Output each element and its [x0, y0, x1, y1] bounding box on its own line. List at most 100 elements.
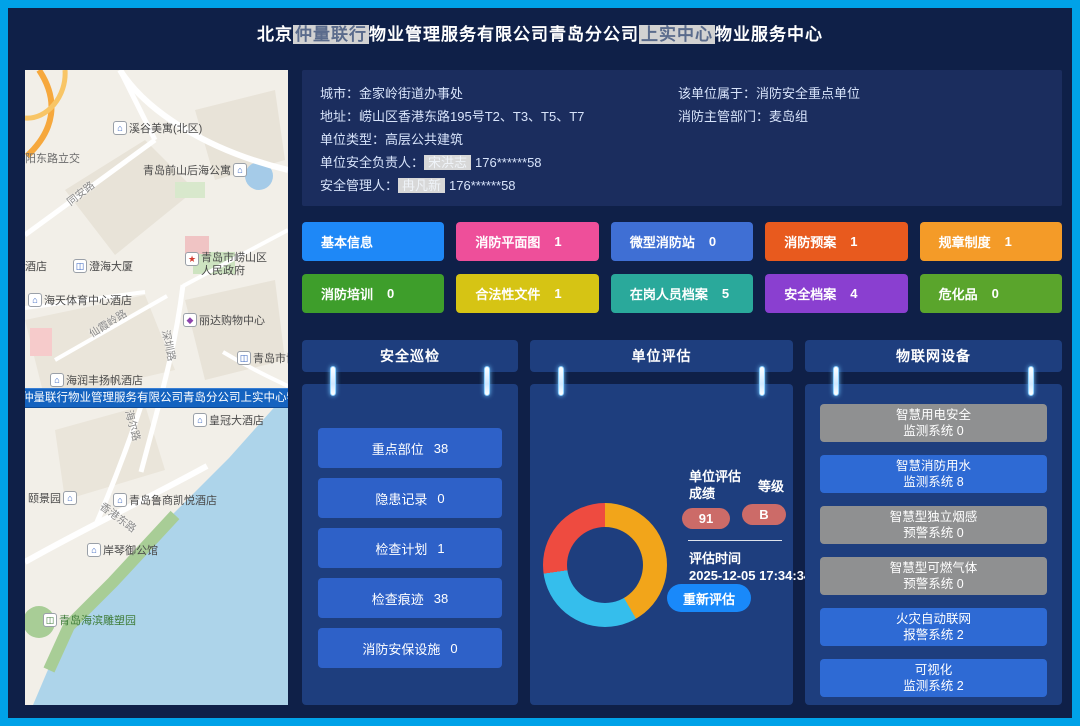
re-evaluate-button[interactable]: 重新评估	[667, 584, 751, 612]
category-button-安全档案[interactable]: 安全档案4	[765, 274, 907, 313]
category-button-label: 微型消防站	[630, 232, 695, 251]
category-button-label: 合法性文件	[475, 284, 540, 303]
map-poi-label: ⌂海天体育中心酒店	[28, 292, 132, 308]
map-marker-banner[interactable]: 仲量联行物业管理服务有限公司青岛分公司上实中心物业服	[25, 388, 288, 408]
shopping-icon: ◆	[183, 313, 197, 327]
iot-button-火灾自动联网[interactable]: 火灾自动联网报警系统 2	[820, 608, 1047, 646]
map-poi-label: ◫澄海大厦	[73, 258, 133, 274]
inspection-panel: 安全巡检 重点部位38隐患记录0检查计划1检查痕迹38消防安保设施0	[302, 340, 518, 705]
category-button-label: 危化品	[939, 284, 978, 303]
category-button-消防预案[interactable]: 消防预案 1	[765, 222, 907, 261]
iot-panel-body: 智慧用电安全监测系统 0 智慧消防用水监测系统 8 智慧型独立烟感预警系统 0 智慧型…	[805, 384, 1062, 705]
inspection-button-检查痕迹[interactable]: 检查痕迹 38	[318, 578, 502, 618]
inspection-button-隐患记录[interactable]: 隐患记录0	[318, 478, 502, 518]
info-row: 该单位属于：消防安全重点单位	[678, 82, 860, 105]
inspection-button-检查计划[interactable]: 检查计划1	[318, 528, 502, 568]
info-row: 城市：金家岭街道办事处	[320, 82, 584, 105]
category-button-消防培训[interactable]: 消防培训0	[302, 274, 444, 313]
map-poi-label: ★青岛市崂山区 人民政府	[185, 252, 277, 278]
iot-panel-title: 物联网设备	[805, 340, 1062, 372]
house-icon: ⌂	[113, 121, 127, 135]
inspection-button-消防安保设施[interactable]: 消防安保设施0	[318, 628, 502, 668]
map-poi-label: 青岛前山后海公寓⌂	[143, 162, 247, 178]
category-button-基本信息[interactable]: 基本信息	[302, 222, 444, 261]
page-title: 北京仲量联行物业管理服务有限公司青岛分公司上实中心物业服务中心	[257, 20, 823, 45]
evaluation-donut-chart	[543, 503, 667, 627]
category-button-count: 0	[709, 234, 716, 249]
map-label-text: 青岛海滨雕塑园	[59, 612, 136, 628]
divider	[688, 540, 782, 541]
map-poi-label: 阳东路立交	[25, 150, 80, 166]
map-label-text: 皇冠大酒店	[209, 412, 264, 428]
score-badge: 91	[682, 508, 730, 529]
title-text: 物业服务中心	[715, 25, 823, 44]
inspection-button-list: 重点部位38 隐患记录0 检查计划1 检查痕迹 38 消防安保设施0	[318, 428, 502, 668]
iot-button-智慧型可燃气体[interactable]: 智慧型可燃气体预警系统 0	[820, 557, 1047, 595]
category-button-count: 5	[722, 286, 729, 301]
pin-icon	[759, 366, 765, 396]
title-text: 仲量联行	[293, 25, 369, 44]
iot-button-智慧型独立烟感[interactable]: 智慧型独立烟感预警系统 0	[820, 506, 1047, 544]
info-row: 消防主管部门：麦岛组	[678, 105, 860, 128]
inspection-button-label: 检查痕迹	[372, 589, 424, 608]
category-button-微型消防站[interactable]: 微型消防站 0	[611, 222, 753, 261]
category-button-count: 1	[850, 234, 857, 249]
map-poi-label: ⌂溪谷美寓(北区)	[113, 120, 202, 136]
pin-icon	[484, 366, 490, 396]
iot-button-line2: 报警系统 2	[903, 627, 963, 643]
category-button-label: 消防平面图	[475, 232, 540, 251]
inspection-button-count: 38	[434, 591, 448, 606]
map-poi-label: 颐景园⌂	[28, 490, 77, 506]
map-label-text: 海天体育中心酒店	[44, 292, 132, 308]
map-poi-label: ⌂青岛鲁商凯悦酒店	[113, 492, 217, 508]
iot-button-line2: 监测系统 0	[903, 423, 963, 439]
grade-label: 等级	[758, 476, 784, 495]
dashboard-background: 北京仲量联行物业管理服务有限公司青岛分公司上实中心物业服务中心	[8, 8, 1072, 718]
grade-badge: B	[742, 504, 786, 525]
category-button-label: 规章制度	[939, 232, 991, 251]
map-label-text: 青岛鲁商凯悦酒店	[129, 492, 217, 508]
unit-info-right: 该单位属于：消防安全重点单位消防主管部门：麦岛组	[678, 82, 860, 128]
hotel-icon: ⌂	[113, 493, 127, 507]
map-panel[interactable]: 阳东路立交⌂溪谷美寓(北区)青岛前山后海公寓⌂同安路酒店◫澄海大厦★青岛市崂山区…	[25, 70, 288, 705]
category-button-label: 基本信息	[321, 232, 373, 251]
star-icon: ★	[185, 252, 199, 266]
iot-button-line1: 可视化	[915, 662, 953, 678]
iot-button-可视化[interactable]: 可视化监测系统 2	[820, 659, 1047, 697]
title-text: 上实中心	[639, 25, 715, 44]
category-row: 消防培训0合法性文件1在岗人员档案5安全档案4危化品0	[302, 274, 1062, 313]
iot-button-智慧消防用水[interactable]: 智慧消防用水监测系统 8	[820, 455, 1047, 493]
map-poi-label: ◫青岛市博	[237, 350, 288, 366]
house-icon: ⌂	[63, 491, 77, 505]
category-button-合法性文件[interactable]: 合法性文件1	[456, 274, 598, 313]
inspection-button-重点部位[interactable]: 重点部位38	[318, 428, 502, 468]
map-label-text: 澄海大厦	[89, 258, 133, 274]
info-row: 单位安全负责人：宋洪志176******58	[320, 151, 584, 174]
iot-button-智慧用电安全[interactable]: 智慧用电安全监测系统 0	[820, 404, 1047, 442]
inspection-button-label: 隐患记录	[375, 489, 427, 508]
category-button-count: 4	[850, 286, 857, 301]
category-button-危化品[interactable]: 危化品0	[920, 274, 1062, 313]
category-button-count: 0	[387, 286, 394, 301]
map-label-text: 青岛前山后海公寓	[143, 162, 231, 178]
museum-icon: ◫	[43, 613, 57, 627]
category-button-label: 消防预案	[784, 232, 836, 251]
evaluation-time-label: 评估时间	[689, 548, 741, 567]
category-button-规章制度[interactable]: 规章制度 1	[920, 222, 1062, 261]
category-button-count: 1	[1005, 234, 1012, 249]
category-button-消防平面图[interactable]: 消防平面图1	[456, 222, 598, 261]
dashboard-frame: 北京仲量联行物业管理服务有限公司青岛分公司上实中心物业服务中心	[0, 0, 1080, 726]
iot-button-line1: 火灾自动联网	[896, 611, 971, 627]
hotel-icon: ⌂	[193, 413, 207, 427]
map-label-text: 岸琴御公馆	[103, 542, 158, 558]
evaluation-panel-title: 单位评估	[530, 340, 793, 372]
inspection-button-count: 38	[434, 441, 448, 456]
info-row: 安全管理人：冉凡新176******58	[320, 174, 584, 197]
iot-button-line2: 监测系统 8	[903, 474, 963, 490]
museum-icon: ◫	[237, 351, 251, 365]
category-button-在岗人员档案[interactable]: 在岗人员档案5	[611, 274, 753, 313]
map-label-text: 丽达购物中心	[199, 312, 265, 328]
category-buttons: 基本信息 消防平面图1 微型消防站 0 消防预案 1 规章制度 1 消防培训0 合法性文件1 在岗人…	[302, 222, 1062, 313]
iot-panel: 物联网设备 智慧用电安全监测系统 0 智慧消防用水监测系统 8 智慧型独立烟感预警系…	[805, 340, 1062, 705]
evaluation-panel-body: 单位评估 成绩 等级 91 B 评估时间 2025-12-05 17:34:34…	[530, 384, 793, 705]
